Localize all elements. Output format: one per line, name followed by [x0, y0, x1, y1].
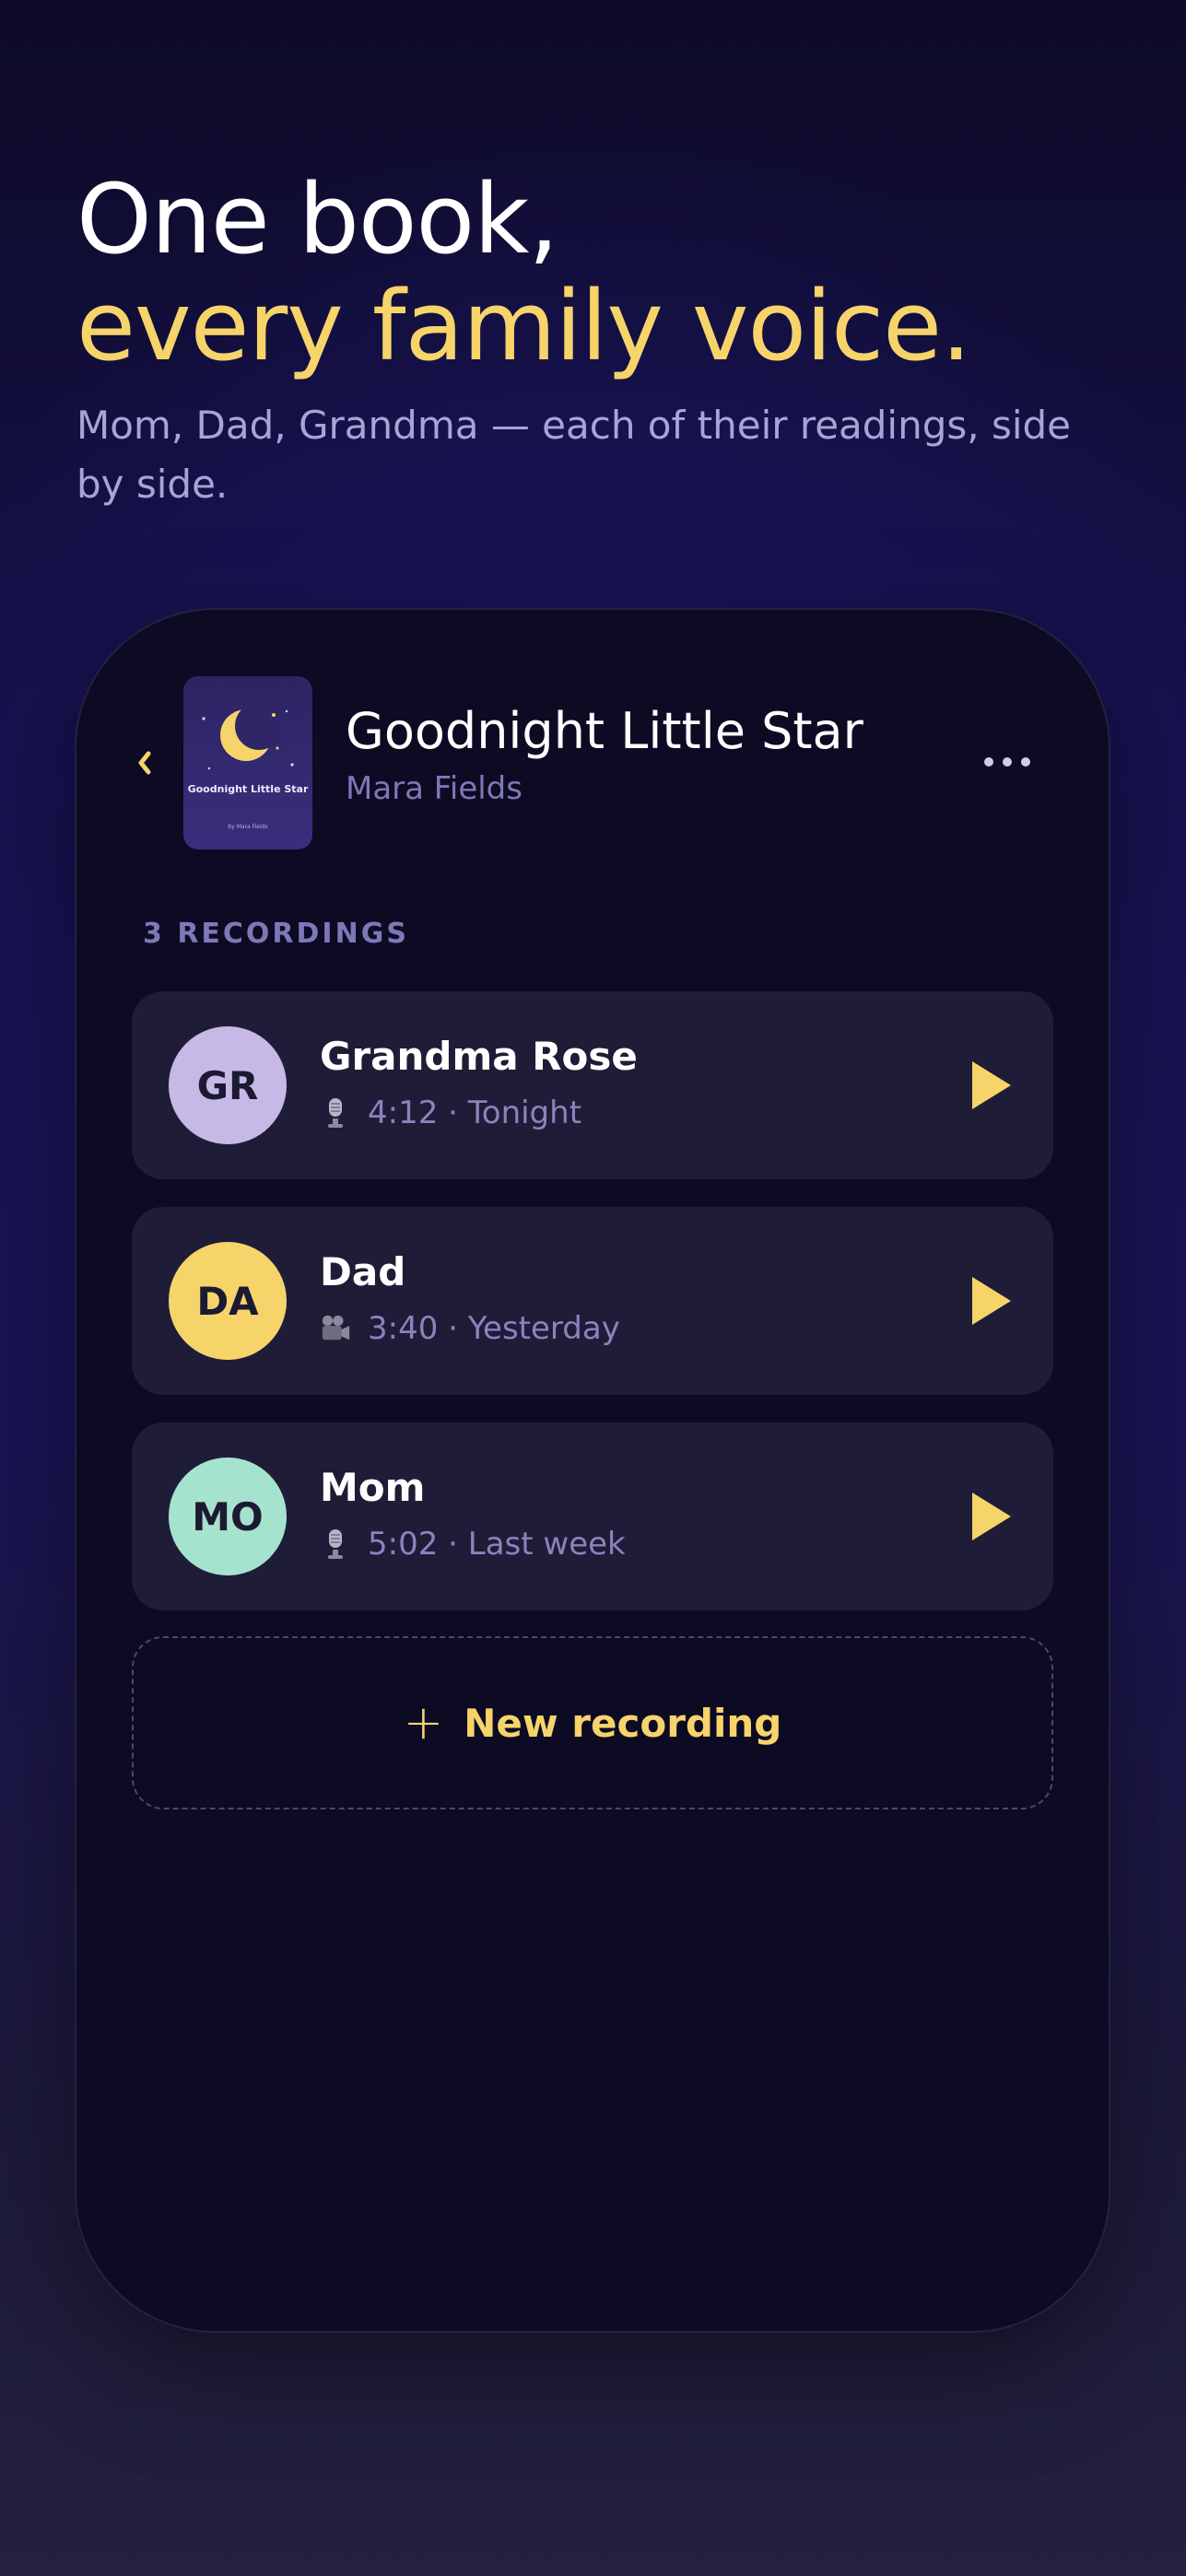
book-title: Goodnight Little Star	[346, 702, 863, 760]
phone-frame: Goodnight Little Star by Mara Fields Goo…	[76, 610, 1109, 2331]
dot-icon	[984, 757, 993, 767]
headline-line-1: One book,	[76, 163, 558, 275]
recording-duration-date: 3:40 · Yesterday	[368, 1310, 620, 1347]
cover-title: Goodnight Little Star	[187, 783, 309, 795]
video-camera-icon	[320, 1311, 351, 1346]
book-cover[interactable]: Goodnight Little Star by Mara Fields	[183, 676, 312, 849]
recording-meta: 4:12 · Tonight	[320, 1095, 581, 1131]
hero: One book, every family voice. Mom, Dad, …	[76, 166, 1109, 514]
recording-card[interactable]: DA Dad 3:40 · Yesterday	[132, 1207, 1053, 1395]
play-icon[interactable]	[969, 1273, 1015, 1329]
avatar: GR	[169, 1026, 287, 1144]
new-recording-label: New recording	[464, 1700, 782, 1746]
chevron-left-icon	[138, 751, 151, 775]
avatar: DA	[169, 1242, 287, 1360]
microphone-icon	[320, 1095, 351, 1130]
recording-meta: 3:40 · Yesterday	[320, 1310, 620, 1347]
dot-icon	[1003, 757, 1012, 767]
headline-line-2: every family voice.	[76, 270, 971, 382]
recording-card[interactable]: GR Grandma Rose 4:12 · Tonight	[132, 991, 1053, 1179]
recording-name: Mom	[320, 1465, 426, 1510]
recording-duration-date: 5:02 · Last week	[368, 1526, 626, 1563]
recording-name: Grandma Rose	[320, 1034, 638, 1079]
book-author: Mara Fields	[346, 770, 523, 807]
recording-meta: 5:02 · Last week	[320, 1526, 626, 1563]
dot-icon	[1021, 757, 1030, 767]
more-options-button[interactable]	[984, 748, 1049, 776]
avatar: MO	[169, 1458, 287, 1575]
plus-icon: +	[403, 1695, 444, 1751]
recording-name: Dad	[320, 1249, 406, 1294]
cover-author: by Mara Fields	[228, 824, 268, 830]
recordings-count-label: 3 RECORDINGS	[143, 918, 409, 950]
back-button[interactable]	[132, 746, 158, 779]
recording-card[interactable]: MO Mom 5:02 · Last week	[132, 1423, 1053, 1610]
play-icon[interactable]	[969, 1058, 1015, 1113]
play-icon[interactable]	[969, 1489, 1015, 1544]
new-recording-button[interactable]: + New recording	[132, 1636, 1053, 1809]
hero-subtitle: Mom, Dad, Grandma — each of their readin…	[76, 403, 1072, 507]
recording-duration-date: 4:12 · Tonight	[368, 1095, 582, 1131]
microphone-icon	[320, 1527, 351, 1562]
